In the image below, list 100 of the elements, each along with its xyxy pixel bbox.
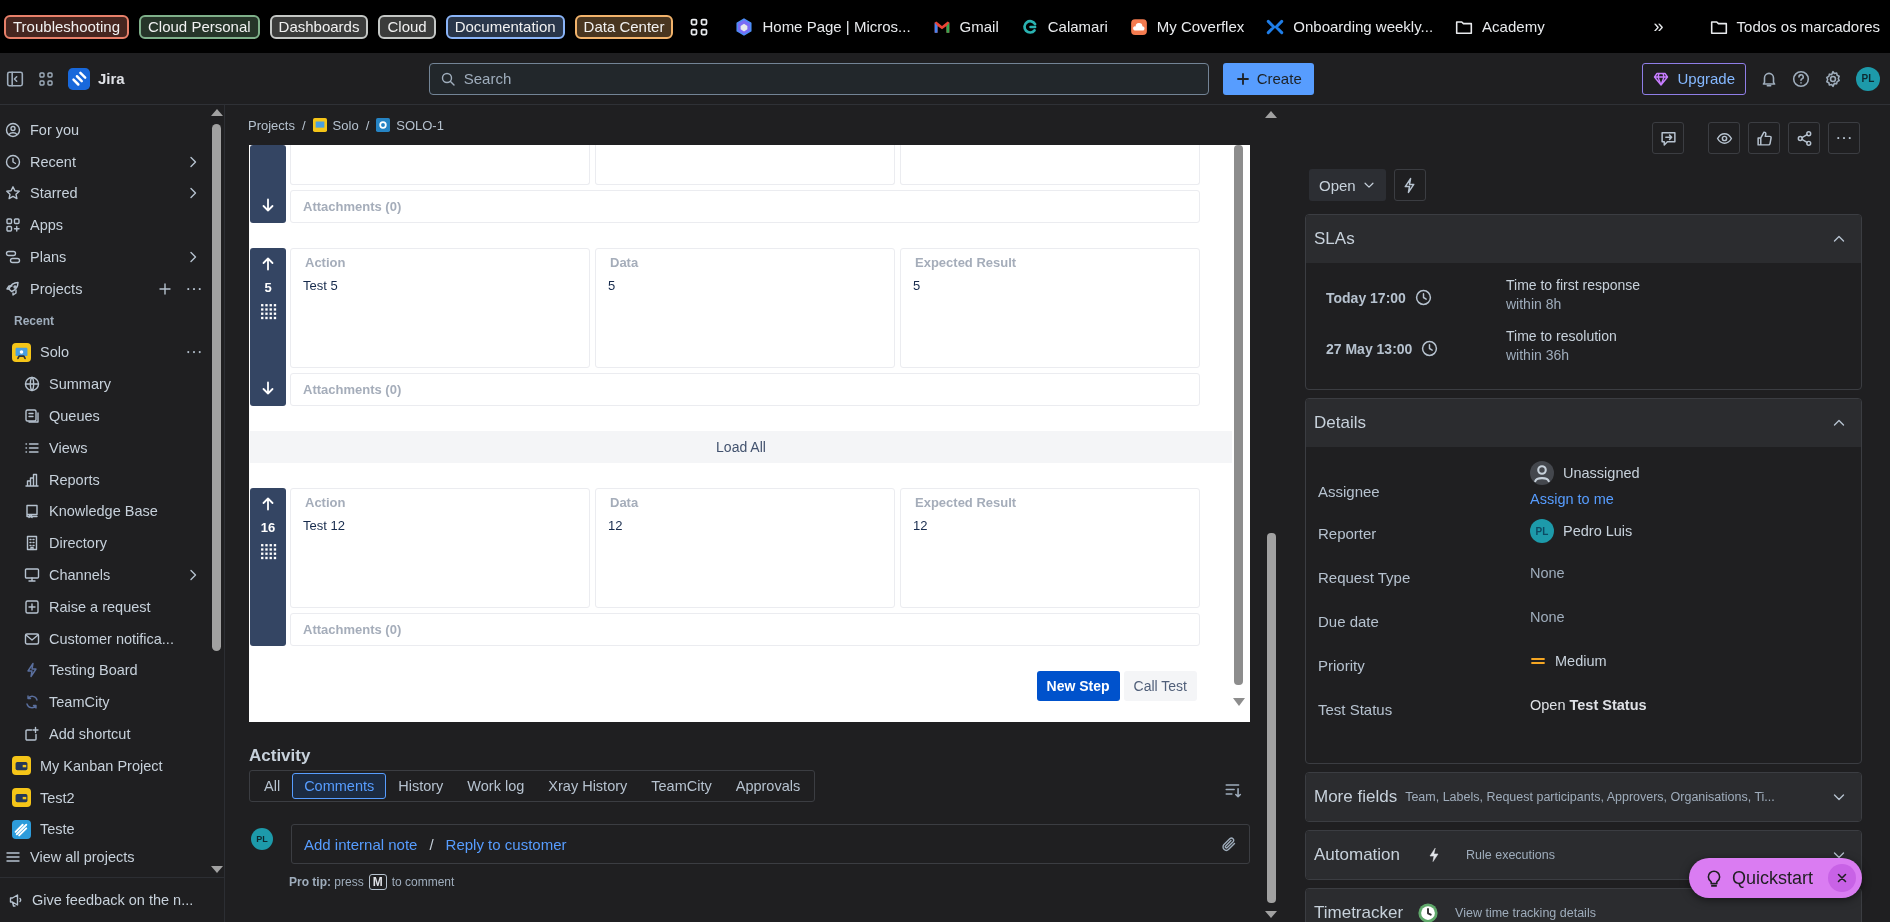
project-item[interactable]: Test2: [12, 788, 201, 808]
breadcrumb-link[interactable]: SOLO-1: [376, 117, 444, 133]
like-button[interactable]: [1748, 122, 1780, 154]
nav-item[interactable]: Apps: [5, 217, 201, 234]
more-icon[interactable]: [187, 287, 201, 290]
nav-item[interactable]: Knowledge Base: [24, 503, 201, 520]
assign-to-me-link[interactable]: Assign to me: [1530, 491, 1614, 507]
step-field-cell[interactable]: Data 5: [595, 248, 895, 368]
step-field-cell[interactable]: Expected Result 12: [900, 488, 1200, 608]
search-input[interactable]: Search: [463, 70, 1198, 87]
arrow-up-icon[interactable]: [260, 256, 276, 272]
more-fields-panel[interactable]: More fields Team, Labels, Request participants, Approvers, Organisations, Ti...: [1305, 772, 1862, 822]
bookmark-link[interactable]: My Coverflex: [1123, 13, 1251, 40]
bookmark-link[interactable]: Gmail: [926, 13, 1005, 40]
all-bookmarks-folder[interactable]: Todos os marcadores: [1703, 13, 1886, 40]
field-value[interactable]: None: [1530, 607, 1861, 625]
breadcrumb-link[interactable]: Solo: [312, 117, 359, 133]
nav-item[interactable]: Plans: [5, 249, 181, 266]
bookmark-link[interactable]: Onboarding weekly...: [1260, 13, 1440, 40]
step-handle-bar[interactable]: 16: [250, 488, 286, 646]
activity-tab[interactable]: Work log: [455, 773, 537, 799]
arrow-down-icon[interactable]: [260, 380, 276, 396]
nav-item[interactable]: Recent: [5, 153, 181, 170]
nav-item[interactable]: For you: [5, 121, 201, 138]
jira-logo-icon[interactable]: [68, 67, 90, 90]
feedback-link[interactable]: Give feedback on the n...: [0, 877, 224, 922]
arrow-down-icon[interactable]: [260, 197, 276, 213]
nav-item[interactable]: Queues: [24, 408, 201, 425]
project-item[interactable]: My Kanban Project: [12, 756, 201, 776]
nav-item[interactable]: Customer notifica...: [24, 630, 201, 647]
paperclip-icon[interactable]: [1221, 836, 1237, 852]
breadcrumb-link[interactable]: Projects: [248, 117, 295, 133]
bookmark-link[interactable]: Calamari: [1014, 13, 1114, 40]
activity-tab[interactable]: All: [252, 773, 293, 799]
add-icon[interactable]: [157, 280, 173, 297]
nav-item[interactable]: Reports: [24, 471, 201, 488]
product-name[interactable]: Jira: [98, 70, 125, 87]
share-button[interactable]: [1788, 122, 1820, 154]
create-button[interactable]: Create: [1222, 62, 1314, 95]
arrow-up-icon[interactable]: [260, 496, 276, 512]
bookmark-link[interactable]: Academy: [1449, 13, 1551, 40]
nav-item[interactable]: Testing Board: [24, 662, 201, 679]
activity-tab[interactable]: Comments: [292, 773, 387, 799]
nav-item[interactable]: Summary: [24, 376, 201, 393]
watch-button[interactable]: [1708, 122, 1740, 154]
app-switcher-icon[interactable]: [38, 70, 54, 87]
close-button[interactable]: [1828, 864, 1856, 892]
feedback-button[interactable]: [1652, 122, 1684, 154]
step-field-cell[interactable]: Data 12: [595, 488, 895, 608]
call-test-button[interactable]: Call Test: [1123, 671, 1197, 701]
activity-tab[interactable]: TeamCity: [639, 773, 724, 799]
nav-item[interactable]: View all projects: [5, 849, 201, 866]
step-handle-bar[interactable]: 5: [250, 248, 286, 406]
more-bookmarks-button[interactable]: »: [1647, 12, 1670, 41]
section-header[interactable]: Details: [1306, 399, 1861, 447]
comment-box[interactable]: Add internal note / Reply to customer: [291, 824, 1250, 864]
field-value[interactable]: Open Test Status: [1530, 695, 1861, 713]
step-field-cell[interactable]: Action Test 12: [290, 488, 590, 608]
tab-group-chip[interactable]: Documentation: [445, 14, 565, 39]
bookmark-link[interactable]: Home Page | Micros...: [729, 13, 917, 40]
drag-handle-icon[interactable]: [259, 543, 277, 560]
tab-group-chip[interactable]: Cloud: [378, 14, 436, 39]
tab-group-chip[interactable]: Cloud Personal: [139, 14, 260, 39]
more-icon[interactable]: [187, 351, 201, 354]
section-header[interactable]: SLAs: [1306, 215, 1861, 263]
add-internal-note-link[interactable]: Add internal note: [304, 835, 418, 853]
settings-icon[interactable]: [1824, 69, 1842, 88]
new-step-button[interactable]: New Step: [1036, 671, 1120, 701]
field-value[interactable]: None: [1530, 563, 1861, 581]
tab-group-chip[interactable]: Dashboards: [269, 14, 369, 39]
sort-icon[interactable]: [1224, 781, 1242, 799]
project-item[interactable]: Solo: [12, 342, 183, 362]
search-field[interactable]: Search: [428, 62, 1209, 95]
project-item[interactable]: Teste: [12, 819, 201, 839]
step-field-cell[interactable]: Expected Result 5: [900, 248, 1200, 368]
upgrade-button[interactable]: Upgrade: [1642, 62, 1746, 95]
nav-item[interactable]: TeamCity: [24, 694, 201, 711]
step-field-cell[interactable]: [595, 145, 895, 185]
activity-tab[interactable]: History: [386, 773, 456, 799]
status-dropdown[interactable]: Open: [1309, 169, 1386, 201]
load-all-button[interactable]: Load All: [250, 431, 1232, 463]
reply-to-customer-link[interactable]: Reply to customer: [445, 835, 567, 853]
step-field-cell[interactable]: Action Test 5: [290, 248, 590, 368]
nav-item[interactable]: Projects: [5, 280, 153, 297]
user-avatar[interactable]: PL: [1856, 66, 1880, 91]
tab-group-chip[interactable]: Data Center: [574, 14, 674, 39]
nav-item[interactable]: Add shortcut: [24, 726, 201, 743]
help-icon[interactable]: [1792, 69, 1810, 88]
activity-tab[interactable]: Xray History: [536, 773, 640, 799]
nav-item[interactable]: Views: [24, 439, 201, 456]
sidebar-toggle-icon[interactable]: [6, 69, 24, 88]
nav-item[interactable]: Starred: [5, 185, 181, 202]
nav-item[interactable]: Channels: [24, 567, 181, 584]
activity-tab[interactable]: Approvals: [723, 773, 813, 799]
drag-handle-icon[interactable]: [259, 303, 277, 320]
apps-grid-icon[interactable]: [689, 16, 710, 37]
step-field-cell[interactable]: [290, 145, 590, 185]
quickstart-toast[interactable]: Quickstart: [1688, 858, 1862, 898]
step-handle-bar[interactable]: [250, 145, 286, 223]
nav-item[interactable]: Raise a request: [24, 598, 201, 615]
